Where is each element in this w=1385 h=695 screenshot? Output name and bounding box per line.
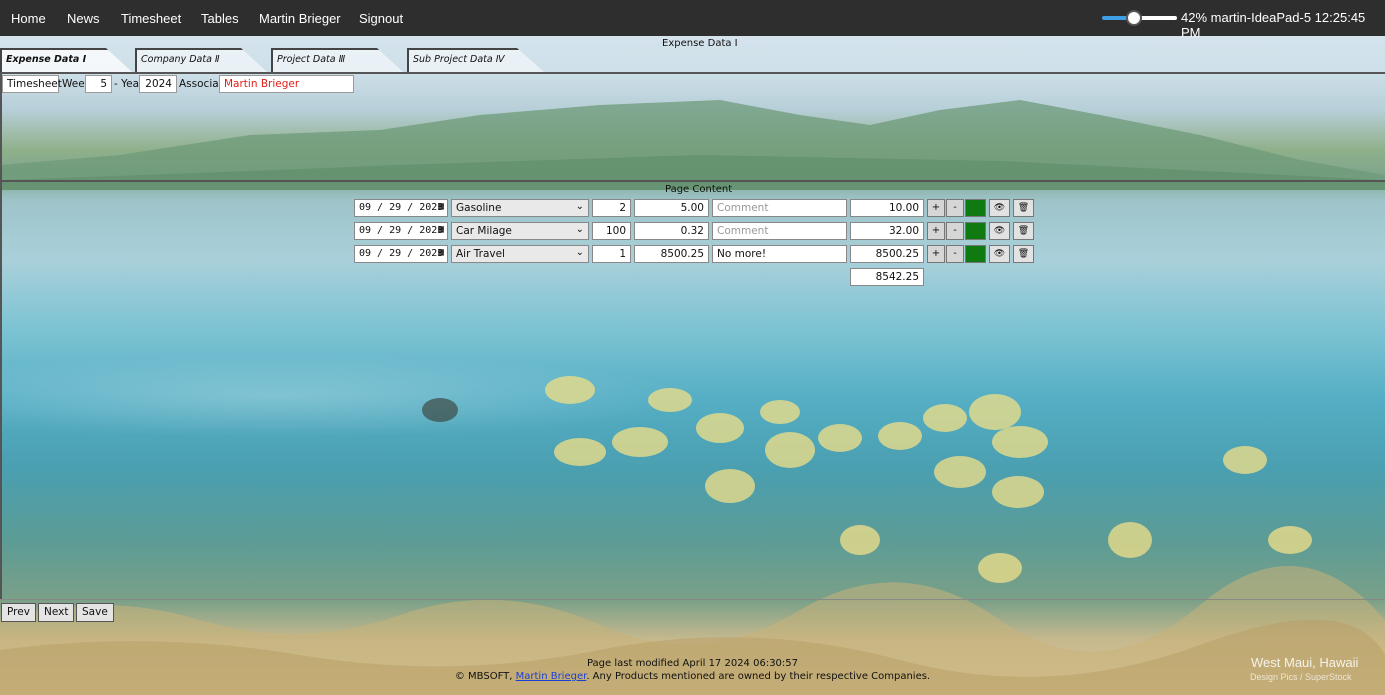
- save-button[interactable]: Save: [76, 603, 114, 622]
- expense-date-input[interactable]: 09 / 29 / 2023 ▦: [354, 245, 448, 263]
- nav-user-link[interactable]: Martin Brieger: [259, 11, 341, 26]
- grand-total-field: 8542.25: [850, 268, 924, 286]
- tab-company-data[interactable]: Company Data Ⅱ: [137, 48, 267, 72]
- expense-date-input[interactable]: 09 / 29 / 2023 ▦: [354, 222, 448, 240]
- photo-caption: West Maui, Hawaii: [1251, 655, 1359, 670]
- timesheet-button[interactable]: Timesheet: [2, 75, 62, 93]
- mountains-background: [0, 100, 1385, 190]
- quantity-input[interactable]: 2: [592, 199, 631, 217]
- expense-type-value: Gasoline: [456, 202, 502, 214]
- view-eye-icon[interactable]: 👁: [989, 245, 1010, 263]
- calendar-icon[interactable]: ▦: [438, 201, 444, 212]
- line-total-field: 8500.25: [850, 245, 924, 263]
- week-input[interactable]: 5: [85, 75, 112, 93]
- associate-input[interactable]: Martin Brieger: [219, 75, 354, 93]
- tab-project-data[interactable]: Project Data Ⅲ: [273, 48, 403, 72]
- comment-input[interactable]: No more!: [712, 245, 847, 263]
- nav-timesheet-link[interactable]: Timesheet: [121, 11, 181, 26]
- section-title: Expense Data Ⅰ: [662, 38, 738, 49]
- footer-divider: [0, 599, 1385, 600]
- tab-sub-project-data[interactable]: Sub Project Data Ⅳ: [409, 48, 544, 72]
- delete-trash-icon[interactable]: 🗑: [1013, 199, 1034, 217]
- nav-signout-link[interactable]: Signout: [359, 11, 403, 26]
- prev-button[interactable]: Prev: [1, 603, 36, 622]
- tab-divider: [407, 48, 409, 72]
- expense-type-select[interactable]: Car Milage ⌄: [451, 222, 589, 240]
- year-input[interactable]: 2024: [139, 75, 177, 93]
- zoom-slider-thumb[interactable]: [1126, 10, 1142, 26]
- view-eye-icon[interactable]: 👁: [989, 199, 1010, 217]
- add-row-button[interactable]: +: [927, 199, 945, 217]
- expense-type-select[interactable]: Gasoline ⌄: [451, 199, 589, 217]
- content-divider: [0, 180, 1385, 182]
- quantity-input[interactable]: 100: [592, 222, 631, 240]
- delete-trash-icon[interactable]: 🗑: [1013, 222, 1034, 240]
- last-modified-text: Page last modified April 17 2024 06:30:5…: [586, 658, 799, 669]
- rate-input[interactable]: 0.32: [634, 222, 709, 240]
- remove-row-button[interactable]: -: [946, 222, 964, 240]
- rate-input[interactable]: 8500.25: [634, 245, 709, 263]
- status-readout: 42% martin-IdeaPad-5 12:25:45 PM: [1181, 10, 1366, 40]
- expense-date-input[interactable]: 09 / 29 / 2023 ▦: [354, 199, 448, 217]
- view-eye-icon[interactable]: 👁: [989, 222, 1010, 240]
- date-value: 09 / 29 / 2023: [359, 202, 444, 213]
- content-left-border: [0, 180, 2, 600]
- copyright-prefix: © MBSOFT,: [454, 671, 516, 682]
- expense-type-select[interactable]: Air Travel ⌄: [451, 245, 589, 263]
- line-total-field: 10.00: [850, 199, 924, 217]
- copyright-suffix: . Any Products mentioned are owned by th…: [586, 671, 931, 682]
- tab-divider: [135, 48, 137, 72]
- top-navbar: Home News Timesheet Tables Martin Briege…: [0, 0, 1385, 40]
- quantity-input[interactable]: 1: [592, 245, 631, 263]
- confirm-row-button[interactable]: [965, 222, 986, 240]
- nav-home-link[interactable]: Home: [11, 11, 46, 26]
- confirm-row-button[interactable]: [965, 199, 986, 217]
- tab-expense-data[interactable]: Expense Data Ⅰ: [2, 48, 132, 72]
- add-row-button[interactable]: +: [927, 245, 945, 263]
- comment-input[interactable]: Comment: [712, 199, 847, 217]
- nav-news-link[interactable]: News: [67, 11, 100, 26]
- expense-type-value: Air Travel: [456, 248, 505, 260]
- comment-input[interactable]: Comment: [712, 222, 847, 240]
- confirm-row-button[interactable]: [965, 245, 986, 263]
- date-value: 09 / 29 / 2023: [359, 248, 444, 259]
- author-link[interactable]: Martin Brieger: [516, 671, 587, 682]
- chevron-down-icon: ⌄: [575, 247, 584, 258]
- line-total-field: 32.00: [850, 222, 924, 240]
- date-value: 09 / 29 / 2023: [359, 225, 444, 236]
- header-divider: [0, 72, 1385, 74]
- tab-divider: [271, 48, 273, 72]
- page-content-title: Page Content: [665, 184, 733, 195]
- rate-input[interactable]: 5.00: [634, 199, 709, 217]
- nav-tables-link[interactable]: Tables: [201, 11, 239, 26]
- calendar-icon[interactable]: ▦: [438, 224, 444, 235]
- tab-divider: [0, 48, 2, 72]
- chevron-down-icon: ⌄: [575, 224, 584, 235]
- zoom-slider[interactable]: [1102, 10, 1177, 26]
- next-button[interactable]: Next: [38, 603, 75, 622]
- expense-type-value: Car Milage: [456, 225, 512, 237]
- photo-credit: Design Pics / SuperStock: [1250, 672, 1352, 682]
- delete-trash-icon[interactable]: 🗑: [1013, 245, 1034, 263]
- copyright-text: © MBSOFT, Martin Brieger. Any Products m…: [0, 671, 1385, 682]
- remove-row-button[interactable]: -: [946, 199, 964, 217]
- calendar-icon[interactable]: ▦: [438, 247, 444, 258]
- remove-row-button[interactable]: -: [946, 245, 964, 263]
- add-row-button[interactable]: +: [927, 222, 945, 240]
- chevron-down-icon: ⌄: [575, 201, 584, 212]
